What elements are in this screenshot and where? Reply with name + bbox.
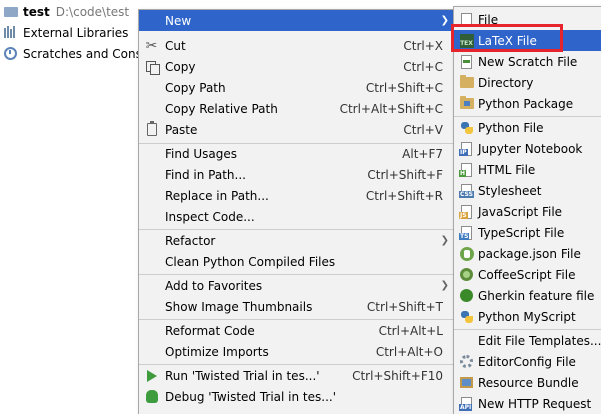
latex-icon-tag: TEX [459,33,474,48]
run-icon [144,368,159,383]
menu-item-new[interactable]: New ❯ [139,10,453,31]
scissors-icon: ✂ [145,37,158,54]
api-icon-tag: API [459,403,473,411]
submenu-item-stylesheet[interactable]: CSS Stylesheet [454,180,601,201]
python-icon [459,120,474,135]
menu-item-clean-python-compiled[interactable]: Clean Python Compiled Files [139,251,453,272]
submenu-item-latex-file[interactable]: TEX LaTeX File [454,30,601,51]
menu-item-run[interactable]: Run 'Twisted Trial in tes...' Ctrl+Shift… [139,365,453,386]
menu-item-copy-relative-path[interactable]: Copy Relative Path Ctrl+Alt+Shift+C [139,98,453,119]
project-name: test [23,4,50,19]
jupyter-icon: IP [459,141,474,156]
package-icon [459,96,474,111]
typescript-icon: TS [459,225,474,240]
gherkin-icon [459,288,474,303]
menu-item-find-in-path[interactable]: Find in Path... Ctrl+Shift+F [139,164,453,185]
menu-item-reformat-code[interactable]: Reformat Code Ctrl+Alt+L [139,320,453,341]
tree-item-external-libraries[interactable]: External Libraries [0,22,128,43]
submenu-item-package-json[interactable]: package.json File [454,243,601,264]
tree-item-scratches[interactable]: Scratches and Conso [0,43,149,64]
scratches-label: Scratches and Conso [23,46,150,61]
menu-item-add-to-favorites[interactable]: Add to Favorites ❯ [139,275,453,296]
submenu-item-python-package[interactable]: Python Package [454,93,601,114]
javascript-icon: JS [459,204,474,219]
ts-icon-tag: TS [459,232,470,240]
menu-item-copy[interactable]: Copy Ctrl+C [139,56,453,77]
submenu-item-new-http-request[interactable]: API New HTTP Request [454,393,601,414]
js-icon-tag: JS [459,211,468,219]
npm-icon [459,246,474,261]
submenu-item-resource-bundle[interactable]: Resource Bundle [454,372,601,393]
menu-item-replace-in-path[interactable]: Replace in Path... Ctrl+Shift+R [139,185,453,206]
resource-bundle-icon [459,375,474,390]
api-icon: API [459,396,474,411]
menu-item-find-usages[interactable]: Find Usages Alt+F7 [139,143,453,164]
submenu-item-editorconfig-file[interactable]: EditorConfig File [454,351,601,372]
latex-icon: TEX [459,33,474,48]
python-icon [459,309,474,324]
submenu-item-javascript-file[interactable]: JS JavaScript File [454,201,601,222]
submenu-item-html-file[interactable]: H HTML File [454,159,601,180]
menu-item-debug[interactable]: Debug 'Twisted Trial in tes...' [139,386,453,407]
submenu-item-typescript-file[interactable]: TS TypeScript File [454,222,601,243]
submenu-item-gherkin-feature[interactable]: Gherkin feature file [454,285,601,306]
menu-item-copy-path[interactable]: Copy Path Ctrl+Shift+C [139,77,453,98]
chevron-right-icon: ❯ [440,15,449,26]
submenu-item-jupyter-notebook[interactable]: IP Jupyter Notebook [454,138,601,159]
gear-icon [459,354,474,369]
html-icon: H [459,162,474,177]
menu-item-inspect-code[interactable]: Inspect Code... [139,206,453,227]
submenu-item-file[interactable]: File [454,9,601,30]
library-icon [4,25,18,40]
submenu-item-directory[interactable]: Directory [454,72,601,93]
context-menu: New ❯ ✂ Cut Ctrl+X Copy Ctrl+C Copy Path… [138,9,454,414]
coffeescript-icon [459,267,474,282]
submenu-item-python-myscript[interactable]: Python MyScript [454,306,601,327]
debug-icon [144,389,159,404]
submenu-item-new-scratch-file[interactable]: New Scratch File [454,51,601,72]
tree-item-project[interactable]: test D:\code\test [0,1,129,22]
submenu-item-python-file[interactable]: Python File [454,117,601,138]
menu-item-paste[interactable]: Paste Ctrl+V [139,119,453,140]
html-icon-tag: H [459,169,467,177]
css-icon: CSS [459,183,474,198]
file-icon [459,12,474,27]
chevron-right-icon: ❯ [440,280,449,291]
menu-item-refactor[interactable]: Refactor ❯ [139,230,453,251]
clipboard-icon [144,121,159,137]
scratches-icon [4,46,18,61]
submenu-item-coffeescript-file[interactable]: CoffeeScript File [454,264,601,285]
copy-icon [144,59,160,75]
jupyter-icon-tag: IP [459,148,468,156]
menu-item-optimize-imports[interactable]: Optimize Imports Ctrl+Alt+O [139,341,453,362]
submenu-item-edit-file-templates[interactable]: Edit File Templates... [454,330,601,351]
new-submenu: File TEX LaTeX File New Scratch File Dir… [453,6,601,414]
menu-item-show-image-thumbnails[interactable]: Show Image Thumbnails Ctrl+Shift+T [139,296,453,317]
folder-icon [459,75,474,90]
css-icon-tag: CSS [459,190,474,198]
project-path: D:\code\test [55,4,130,19]
menu-item-cut[interactable]: ✂ Cut Ctrl+X [139,35,453,56]
scratch-file-icon [459,54,474,69]
folder-icon [4,5,18,19]
chevron-right-icon: ❯ [440,235,449,246]
external-libraries-label: External Libraries [23,25,129,40]
